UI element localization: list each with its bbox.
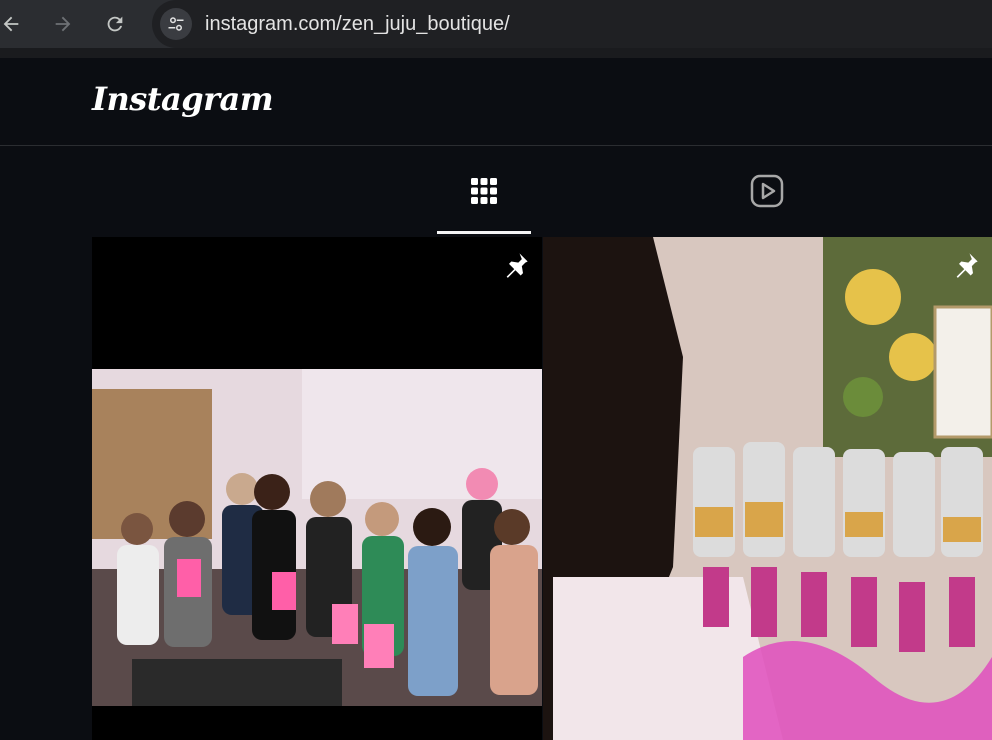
site-info-tune-icon bbox=[168, 17, 184, 31]
reload-icon bbox=[107, 16, 123, 32]
forward-arrow-icon bbox=[55, 16, 71, 32]
back-button[interactable] bbox=[0, 9, 26, 39]
post-tile-2[interactable] bbox=[543, 237, 992, 740]
pin-icon bbox=[956, 253, 978, 278]
url-text[interactable]: instagram.com/zen_juju_boutique/ bbox=[205, 13, 510, 36]
tab-reels[interactable] bbox=[720, 146, 814, 236]
address-bar[interactable]: instagram.com/zen_juju_boutique/ bbox=[152, 0, 992, 48]
browser-divider bbox=[0, 48, 992, 58]
active-tab-indicator bbox=[437, 231, 531, 234]
pin-icon bbox=[506, 253, 528, 278]
instagram-header: Instagram bbox=[0, 58, 992, 146]
browser-toolbar: instagram.com/zen_juju_boutique/ bbox=[0, 0, 992, 48]
reels-play-icon bbox=[750, 174, 784, 208]
group-photo-illustration bbox=[92, 369, 542, 706]
post-image bbox=[543, 237, 992, 740]
post-tile-1[interactable] bbox=[92, 237, 542, 740]
post-image bbox=[92, 369, 542, 706]
forward-button[interactable] bbox=[48, 9, 78, 39]
reload-button[interactable] bbox=[100, 9, 130, 39]
tab-posts[interactable] bbox=[437, 146, 531, 236]
instagram-logo[interactable]: Instagram bbox=[92, 80, 274, 118]
site-info-button[interactable] bbox=[160, 8, 192, 40]
profile-tabs bbox=[0, 146, 992, 236]
back-arrow-icon bbox=[3, 16, 19, 32]
grid-icon bbox=[471, 178, 497, 204]
